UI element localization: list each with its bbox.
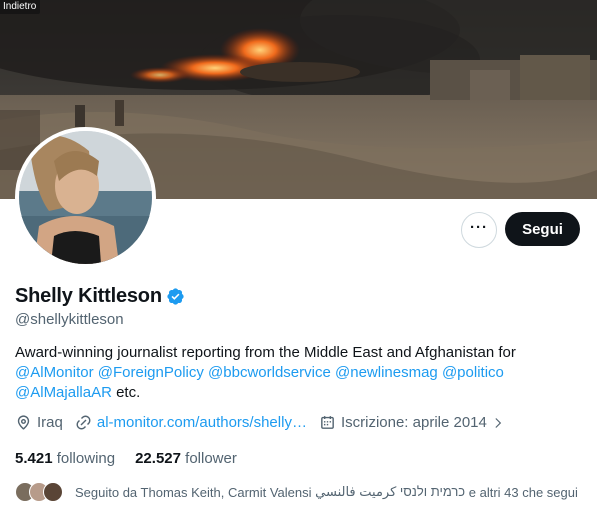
mention-politico[interactable]: @politico bbox=[442, 364, 504, 381]
profile-name: Shelly Kittleson bbox=[15, 285, 162, 307]
profile-bio: Award-winning journalist reporting from … bbox=[15, 343, 585, 403]
following-label: following bbox=[56, 450, 116, 467]
more-options-button[interactable]: ··· bbox=[461, 212, 497, 248]
location-text: Iraq bbox=[37, 414, 63, 431]
profile-handle: @shellykittleson bbox=[15, 311, 124, 328]
mention-bbcworldservice[interactable]: @bbcworldservice bbox=[208, 364, 331, 381]
link-icon bbox=[76, 415, 91, 430]
profile-meta: Iraq al-monitor.com/authors/shelly… Iscr… bbox=[15, 414, 517, 431]
location-item: Iraq bbox=[15, 414, 63, 431]
map-pin-icon bbox=[17, 415, 30, 430]
follow-button[interactable]: Segui bbox=[505, 212, 580, 246]
mention-almajallaar[interactable]: @AlMajallaAR bbox=[15, 384, 112, 401]
mention-foreignpolicy[interactable]: @ForeignPolicy bbox=[98, 364, 204, 381]
profile-name-row: Shelly Kittleson bbox=[15, 285, 185, 308]
mention-almonitor[interactable]: @AlMonitor bbox=[15, 364, 94, 381]
joined-text: Iscrizione: aprile 2014 bbox=[340, 414, 487, 431]
follower-avatar bbox=[43, 482, 63, 502]
bio-text-start: Award-winning journalist reporting from … bbox=[15, 344, 516, 361]
followed-by-rtl-name: כרמית ולנסי كرميت فالنسي bbox=[315, 484, 466, 499]
followers-label: follower bbox=[185, 450, 237, 467]
joined-item[interactable]: Iscrizione: aprile 2014 bbox=[319, 414, 505, 431]
avatar-image bbox=[19, 131, 152, 264]
chevron-right-icon bbox=[495, 417, 502, 428]
following-count: 5.421 bbox=[15, 450, 53, 467]
followers-stat[interactable]: 22.527 follower bbox=[135, 450, 237, 467]
website-item[interactable]: al-monitor.com/authors/shelly… bbox=[75, 414, 307, 431]
profile-avatar[interactable] bbox=[15, 127, 156, 268]
follower-avatars bbox=[15, 482, 67, 502]
calendar-icon bbox=[321, 416, 334, 429]
following-stat[interactable]: 5.421 following bbox=[15, 450, 115, 467]
bio-text-end: etc. bbox=[116, 384, 141, 401]
verified-badge-icon[interactable] bbox=[166, 287, 185, 306]
mention-newlinesmag[interactable]: @newlinesmag bbox=[335, 364, 438, 381]
followed-by-suffix: e altri 43 che segui bbox=[468, 484, 578, 500]
followers-count: 22.527 bbox=[135, 450, 181, 467]
website-link[interactable]: al-monitor.com/authors/shelly… bbox=[97, 414, 307, 431]
more-options-label: ··· bbox=[470, 218, 488, 236]
back-tooltip: Indietro bbox=[0, 0, 41, 14]
followed-by-prefix: Seguito da Thomas Keith, Carmit Valensi bbox=[75, 484, 312, 500]
profile-stats: 5.421 following 22.527 follower bbox=[15, 450, 257, 467]
followers-you-know[interactable]: Seguito da Thomas Keith, Carmit Valensi … bbox=[15, 482, 578, 502]
